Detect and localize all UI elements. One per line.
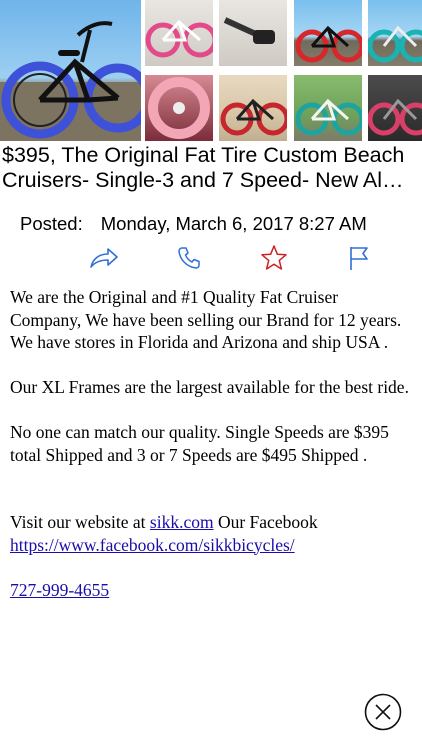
share-arrow-icon: [90, 248, 118, 268]
thumbnail[interactable]: [145, 75, 213, 141]
thumbnail[interactable]: [145, 0, 213, 66]
bike-photo-thumb: [145, 19, 213, 58]
phone-link[interactable]: 727-999-4655: [10, 580, 109, 600]
website-link[interactable]: sikk.com: [150, 512, 214, 532]
description-paragraph: We are the Original and #1 Quality Fat C…: [10, 287, 402, 352]
contact-paragraph: Visit our website at sikk.com Our Facebo…: [10, 511, 410, 556]
bike-photo-thumb: [295, 25, 362, 63]
bike-photo-thumb: [368, 98, 422, 136]
favorite-button[interactable]: [258, 243, 290, 273]
action-bar: [0, 243, 422, 273]
bike-photo-thumb: [223, 17, 275, 44]
facebook-link[interactable]: https://www.facebook.com/sikkbicycles/: [10, 535, 295, 555]
bike-photo-thumb: [368, 25, 422, 63]
flag-button[interactable]: [343, 243, 375, 273]
listing-title: $395, The Original Fat Tire Custom Beach…: [2, 143, 405, 192]
photo-gallery[interactable]: [0, 0, 422, 141]
main-photo[interactable]: [0, 0, 141, 141]
phone-paragraph: 727-999-4655: [10, 579, 410, 602]
share-button[interactable]: [88, 243, 120, 273]
bike-photo-thumb: [295, 98, 362, 136]
description-paragraph: Our XL Frames are the largest available …: [10, 377, 409, 397]
description-paragraph: No one can match our quality. Single Spe…: [10, 422, 389, 465]
flag-icon: [350, 247, 368, 270]
thumbnail[interactable]: [294, 0, 362, 66]
thumbnail[interactable]: [368, 0, 422, 66]
posted-line: Posted: Monday, March 6, 2017 8:27 AM: [20, 212, 367, 236]
thumbnail[interactable]: [219, 75, 287, 141]
phone-icon: [178, 247, 200, 269]
call-button[interactable]: [173, 243, 205, 273]
bike-photo-thumb: [220, 98, 287, 136]
close-button[interactable]: [364, 693, 402, 731]
thumbnail[interactable]: [219, 0, 287, 66]
visit-prefix: Visit our website at: [10, 512, 146, 532]
bike-photo-main: [0, 21, 141, 141]
posted-date: Monday, March 6, 2017 8:27 AM: [100, 213, 367, 234]
posted-label: Posted:: [20, 213, 83, 234]
facebook-prefix: Our Facebook: [217, 512, 318, 532]
thumbnail[interactable]: [294, 75, 362, 141]
bike-photo-thumb: [148, 77, 210, 139]
close-icon: [364, 693, 402, 731]
star-icon: [261, 245, 287, 270]
listing-description: We are the Original and #1 Quality Fat C…: [10, 286, 410, 624]
thumbnail[interactable]: [368, 75, 422, 141]
